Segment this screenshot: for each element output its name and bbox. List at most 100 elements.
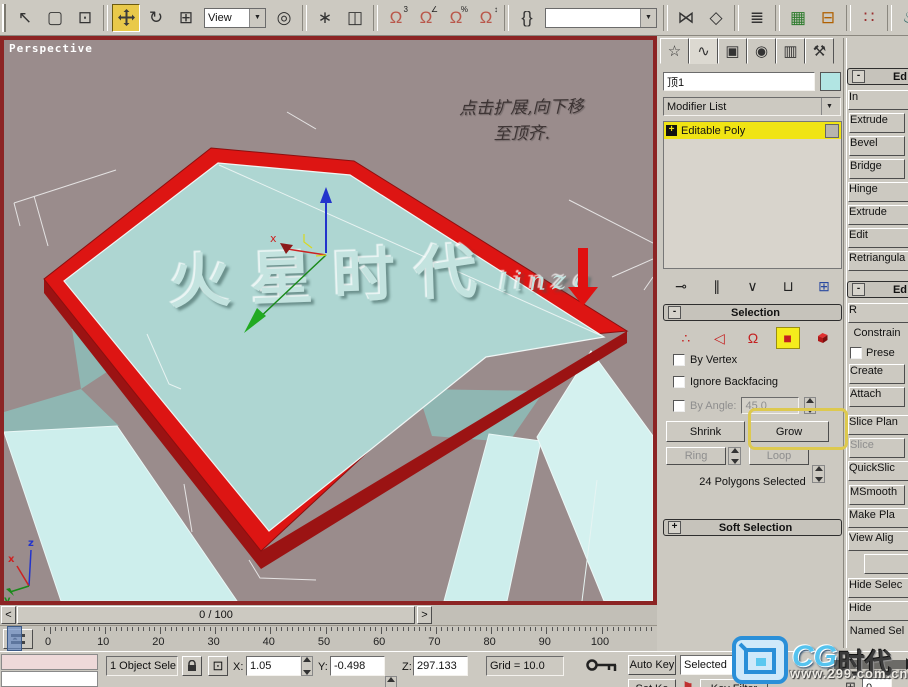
soft-selection-rollout-header[interactable]: + Soft Selection (663, 519, 842, 536)
chevron-down-icon[interactable]: ▼ (249, 9, 265, 27)
modifier-stack[interactable]: + Editable Poly (663, 121, 842, 269)
object-name-field[interactable]: 顶1 (663, 72, 815, 91)
preserve-uvs-checkbox[interactable] (850, 347, 862, 359)
curve-editor-icon[interactable]: ▦ (784, 4, 812, 32)
next-frame-button[interactable]: > (417, 606, 432, 624)
edit-geometry-item-prese[interactable]: Prese (850, 345, 908, 361)
rotate-icon[interactable]: ↻ (142, 4, 170, 32)
named-sets-icon[interactable]: {} (513, 4, 541, 32)
z-field[interactable]: 297.133 (413, 656, 468, 676)
expand-icon[interactable]: + (668, 521, 681, 534)
edit-geometry-button-create[interactable]: Create (849, 364, 905, 384)
collapse-icon[interactable]: - (852, 283, 865, 296)
material-editor-icon[interactable]: ∷ (855, 4, 883, 32)
edit-polygons-button-bridge[interactable]: Bridge (849, 159, 905, 179)
named-selection-dropdown[interactable]: ▼ (545, 8, 657, 28)
edit-polygons-button-edit[interactable]: Edit (848, 228, 908, 248)
display-tab[interactable]: ▥ (776, 38, 805, 64)
ignore-backfacing-row[interactable]: Ignore Backfacing (673, 376, 778, 388)
show-end-result-icon[interactable]: ∥ (705, 278, 729, 295)
edit-polygons-button-in[interactable]: In (848, 90, 908, 110)
edit-geometry-button-quickslic[interactable]: QuickSlic (848, 461, 908, 481)
edit-geometry-button-view-alig[interactable]: View Alig (848, 531, 908, 551)
shrink-button[interactable]: Shrink (666, 421, 745, 442)
track-bar[interactable]: 0102030405060708090100 (0, 625, 657, 652)
chevron-down-icon[interactable]: ▼ (821, 98, 837, 115)
motion-tab[interactable]: ◉ (747, 38, 776, 64)
move-icon[interactable] (112, 4, 140, 32)
grow-button[interactable]: Grow (749, 421, 829, 442)
expand-icon[interactable]: + (666, 125, 677, 136)
configure-modifier-sets-icon[interactable]: ⊞ (812, 278, 836, 295)
edit-geometry-button-slice-plan[interactable]: Slice Plan (848, 415, 908, 435)
auto-key-button[interactable]: Auto Key (628, 655, 676, 675)
toolbar-drag-handle[interactable] (2, 4, 6, 32)
ring-spinner[interactable] (728, 447, 741, 465)
snap-toggle-icon[interactable]: Ω3 (382, 4, 410, 32)
make-unique-icon[interactable]: ∨ (741, 278, 765, 295)
select-icon[interactable]: ↖ (11, 4, 39, 32)
select-manipulate-icon[interactable]: ∗ (311, 4, 339, 32)
chevron-down-icon[interactable]: ▼ (640, 9, 656, 27)
stack-item-editable-poly[interactable]: + Editable Poly (664, 122, 841, 139)
edit-geometry-rollout-header[interactable]: -Ed (847, 281, 908, 298)
selected-filter-dropdown[interactable]: Selected ▼ (680, 655, 780, 675)
y-field[interactable]: -0.498 (330, 656, 385, 676)
previous-frame-button[interactable]: < (1, 606, 16, 624)
utilities-tab[interactable]: ⚒ (805, 38, 834, 64)
use-pivot-center-icon[interactable]: ◎ (270, 4, 298, 32)
edit-polygons-button-retriangula[interactable]: Retriangula (848, 251, 908, 271)
pin-stack-icon[interactable]: ⊸ (669, 278, 693, 295)
edit-geometry-button-hide-selec[interactable]: Hide Selec (848, 578, 908, 598)
edit-polygons-button-hinge[interactable]: Hinge (848, 182, 908, 202)
coord-system-dropdown[interactable]: View▼ (204, 8, 266, 28)
polygon-icon[interactable]: ■ (776, 327, 800, 349)
mirror-icon[interactable]: ⋈ (672, 4, 700, 32)
angle-snap-icon[interactable]: Ω∠ (412, 4, 440, 32)
y-spinner[interactable] (385, 676, 397, 687)
collapse-icon[interactable]: - (668, 306, 681, 319)
key-filters-button[interactable]: Key Filter (700, 679, 768, 687)
maxscript-listener-input[interactable] (1, 654, 98, 670)
schematic-view-icon[interactable]: ⊟ (814, 4, 842, 32)
edit-geometry-button-attach[interactable]: Attach (849, 387, 905, 407)
edit-polygons-button-extrude[interactable]: Extrude (849, 113, 905, 133)
loop-button[interactable]: Loop (749, 447, 809, 465)
ring-button[interactable]: Ring (666, 447, 726, 465)
selection-filter-icon[interactable]: ⊡ (71, 4, 99, 32)
edit-geometry-button-blank[interactable] (864, 554, 908, 574)
modify-tab[interactable]: ∿ (689, 38, 718, 64)
scale-icon[interactable]: ⊞ (172, 4, 200, 32)
by-angle-field[interactable]: 45.0 (741, 397, 799, 414)
border-icon[interactable]: Ω (742, 328, 764, 348)
edit-polygons-button-bevel[interactable]: Bevel (849, 136, 905, 156)
spinner-snap-icon[interactable]: Ω↕ (472, 4, 500, 32)
remove-modifier-icon[interactable]: ⊔ (776, 278, 800, 295)
grid-toggle-icon[interactable]: ⊞ (845, 679, 856, 687)
track-bar-ruler[interactable]: 0102030405060708090100 (36, 626, 656, 652)
ignore-backfacing-checkbox[interactable] (673, 376, 685, 388)
edit-polygons-rollout-header[interactable]: -Ed (847, 68, 908, 85)
collapse-icon[interactable]: - (852, 70, 865, 83)
edit-polygons-button-extrude[interactable]: Extrude (848, 205, 908, 225)
stack-item-state-icon[interactable] (825, 124, 839, 138)
select-region-icon[interactable]: ▢ (41, 4, 69, 32)
percent-snap-icon[interactable]: Ω% (442, 4, 470, 32)
maxscript-listener-output[interactable] (1, 671, 98, 687)
chevron-down-icon[interactable]: ▼ (760, 656, 776, 674)
edit-geometry-button-hide[interactable]: Hide (848, 601, 908, 621)
edit-geometry-button-slice[interactable]: Slice (849, 438, 905, 458)
align-icon[interactable]: ◇ (702, 4, 730, 32)
x-spinner[interactable] (301, 656, 313, 676)
by-angle-row[interactable]: By Angle: 45.0 (673, 397, 816, 414)
object-color-swatch[interactable] (820, 72, 841, 91)
selection-rollout-header[interactable]: - Selection (663, 304, 842, 321)
set-key-button[interactable]: Set Ke (628, 679, 676, 687)
perspective-viewport[interactable]: Perspective (0, 36, 657, 605)
by-vertex-row[interactable]: By Vertex (673, 354, 737, 366)
absolute-mode-icon[interactable]: ⊡ (208, 656, 228, 676)
time-slider[interactable]: 0 / 100 (17, 606, 415, 624)
selection-lock-icon[interactable] (182, 656, 202, 676)
vertex-icon[interactable]: ∴ (675, 328, 697, 348)
element-icon[interactable] (811, 328, 833, 348)
